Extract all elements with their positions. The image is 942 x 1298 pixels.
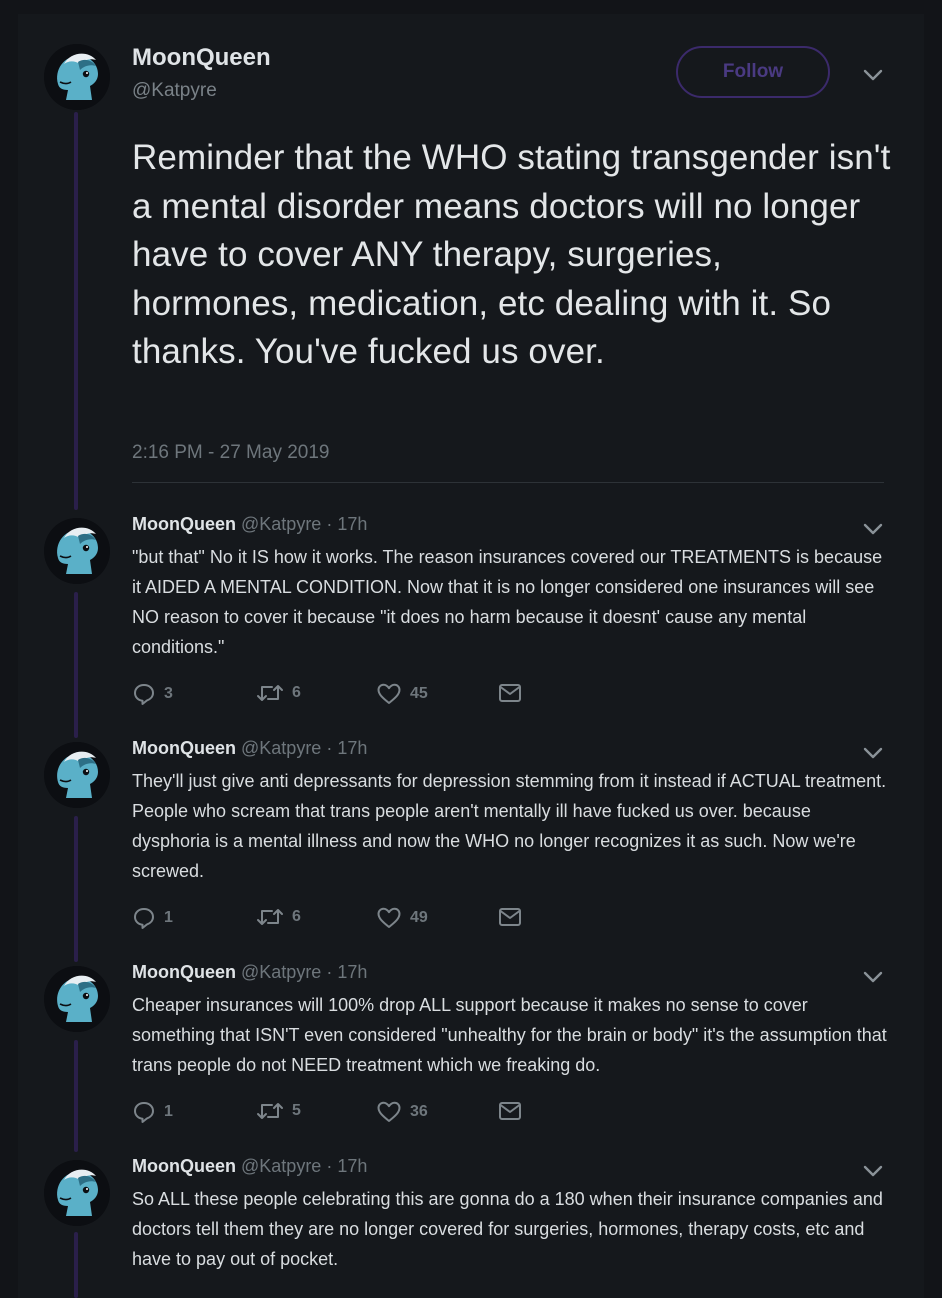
reply-header: MoonQueen @Katpyre · 17h — [132, 738, 367, 759]
avatar[interactable] — [44, 44, 110, 110]
heart-icon — [376, 1100, 410, 1124]
retweet-icon — [256, 1100, 292, 1122]
dm-button[interactable] — [498, 1100, 530, 1122]
author-name[interactable]: MoonQueen — [132, 44, 271, 72]
envelope-icon — [498, 682, 530, 704]
retweet-button[interactable]: 6 — [256, 906, 301, 928]
action-bar: 1 6 49 — [132, 906, 552, 934]
avatar[interactable] — [44, 518, 110, 584]
reply-button[interactable]: 3 — [132, 682, 173, 706]
author-name[interactable]: MoonQueen — [132, 514, 236, 534]
reply-icon — [132, 906, 164, 930]
like-count: 45 — [410, 685, 428, 702]
like-count: 36 — [410, 1103, 428, 1120]
author-handle-time[interactable]: @Katpyre · 17h — [241, 962, 367, 982]
thread-line — [74, 112, 78, 510]
avatar[interactable] — [44, 1160, 110, 1226]
tweet-text: Reminder that the WHO stating transgende… — [132, 138, 891, 371]
author-name[interactable]: MoonQueen — [132, 962, 236, 982]
reply-icon — [132, 682, 164, 706]
like-button[interactable]: 49 — [376, 906, 428, 930]
action-bar: 1 5 36 — [132, 1100, 552, 1128]
reply-count: 1 — [164, 909, 173, 926]
like-button[interactable]: 45 — [376, 682, 428, 706]
tweet-timestamp[interactable]: 2:16 PM - 27 May 2019 — [132, 442, 330, 464]
reply-count: 1 — [164, 1103, 173, 1120]
reply-header: MoonQueen @Katpyre · 17h — [132, 514, 367, 535]
author-handle-time[interactable]: @Katpyre · 17h — [241, 514, 367, 534]
reply-text: Cheaper insurances will 100% drop ALL su… — [132, 995, 887, 1075]
reply-button[interactable]: 1 — [132, 1100, 173, 1124]
retweet-icon — [256, 906, 292, 928]
reply-button[interactable]: 1 — [132, 906, 173, 930]
retweet-count: 6 — [292, 908, 301, 925]
reply-icon — [132, 1100, 164, 1124]
reply-header: MoonQueen @Katpyre · 17h — [132, 1156, 367, 1177]
reply-text: They'll just give anti depressants for d… — [132, 771, 887, 881]
retweet-icon — [256, 682, 292, 704]
chevron-down-icon[interactable] — [862, 522, 884, 536]
dm-button[interactable] — [498, 906, 530, 928]
reply-text: So ALL these people celebrating this are… — [132, 1189, 883, 1269]
chevron-down-icon[interactable] — [862, 1164, 884, 1178]
avatar[interactable] — [44, 742, 110, 808]
avatar[interactable] — [44, 966, 110, 1032]
retweet-count: 5 — [292, 1102, 301, 1119]
like-count: 49 — [410, 909, 428, 926]
thread-line — [74, 1040, 78, 1152]
author-handle-time[interactable]: @Katpyre · 17h — [241, 738, 367, 758]
thread-line — [74, 592, 78, 738]
heart-icon — [376, 906, 410, 930]
reply-count: 3 — [164, 685, 173, 702]
chevron-down-icon[interactable] — [862, 68, 884, 82]
dm-button[interactable] — [498, 682, 530, 704]
divider — [132, 482, 884, 483]
envelope-icon — [498, 1100, 530, 1122]
retweet-button[interactable]: 5 — [256, 1100, 301, 1122]
action-bar: 3 6 45 — [132, 682, 552, 710]
follow-button[interactable]: Follow — [676, 46, 830, 98]
retweet-button[interactable]: 6 — [256, 682, 301, 704]
like-button[interactable]: 36 — [376, 1100, 428, 1124]
author-handle-time[interactable]: @Katpyre · 17h — [241, 1156, 367, 1176]
envelope-icon — [498, 906, 530, 928]
author-name[interactable]: MoonQueen — [132, 738, 236, 758]
thread-line — [74, 816, 78, 962]
retweet-count: 6 — [292, 684, 301, 701]
reply-text: "but that" No it IS how it works. The re… — [132, 547, 883, 657]
heart-icon — [376, 682, 410, 706]
chevron-down-icon[interactable] — [862, 970, 884, 984]
chevron-down-icon[interactable] — [862, 746, 884, 760]
thread-line — [74, 1232, 78, 1298]
author-handle[interactable]: @Katpyre — [132, 80, 217, 102]
reply-header: MoonQueen @Katpyre · 17h — [132, 962, 367, 983]
author-name[interactable]: MoonQueen — [132, 1156, 236, 1176]
